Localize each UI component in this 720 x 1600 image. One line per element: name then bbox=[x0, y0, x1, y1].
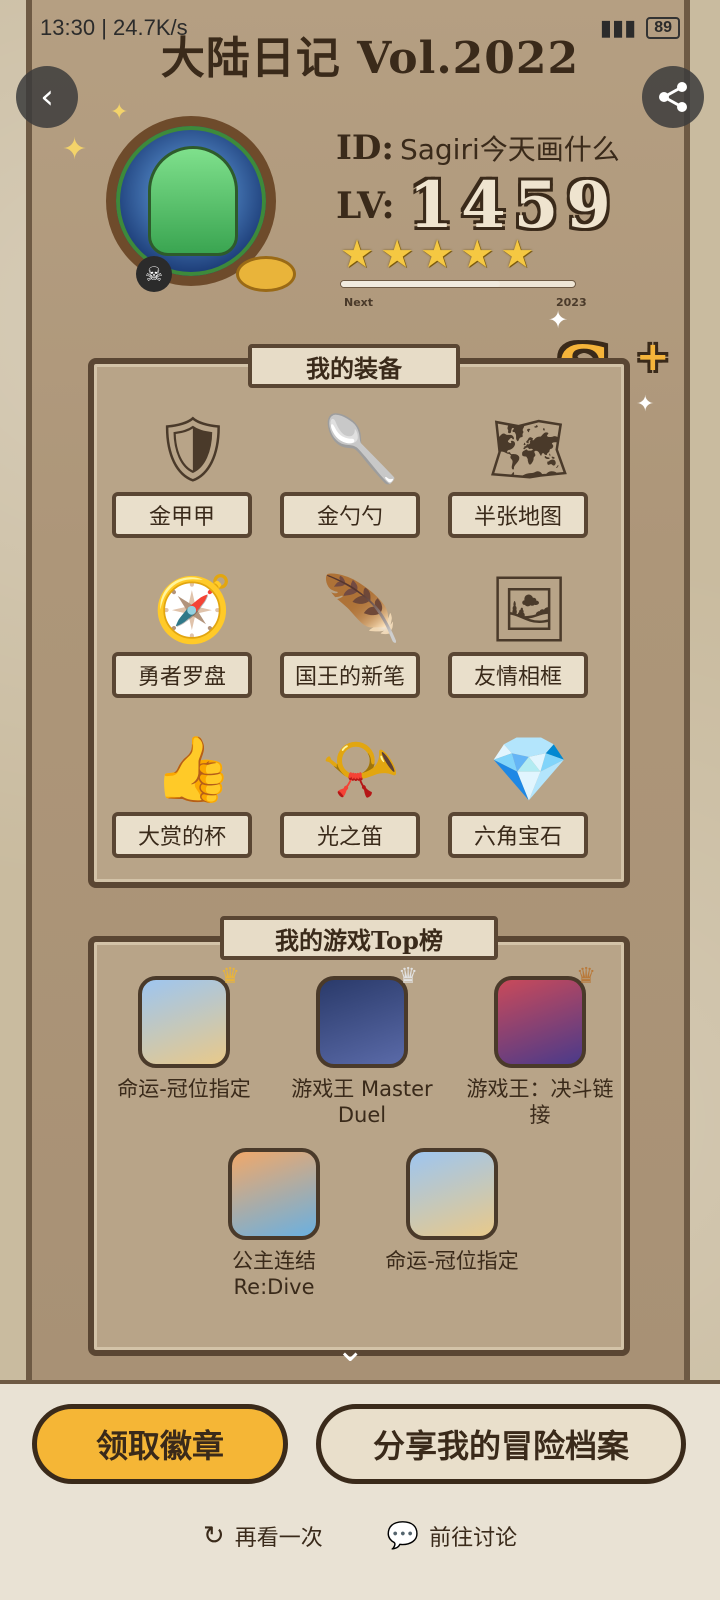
equipment-item[interactable]: 🪶 国王的新笔 bbox=[276, 544, 444, 704]
star-icon: ★ bbox=[380, 232, 415, 276]
coins-icon bbox=[236, 256, 296, 292]
equipment-grid: 🛡 金甲甲 🥄 金勺勺 🗺 半张地图 🧭 勇者罗盘 🪶 国王的新笔 🖼 友情相框… bbox=[108, 384, 612, 864]
back-button[interactable]: ‹ bbox=[16, 66, 78, 128]
game-name: 游戏王 Master Duel bbox=[291, 1077, 433, 1128]
compass-icon: 🧭 bbox=[153, 572, 233, 647]
equipment-item[interactable]: 🥄 金勺勺 bbox=[276, 384, 444, 544]
game-name: 公主连结Re:Dive bbox=[232, 1249, 316, 1300]
whistle-icon: 📯 bbox=[321, 732, 401, 807]
share-icon bbox=[659, 82, 687, 112]
status-icons: ▮▮▮ 89 bbox=[600, 15, 680, 41]
replay-icon: ↻ bbox=[202, 1521, 225, 1551]
game-icon: ♛ bbox=[138, 964, 240, 1068]
gem-icon: 💎 bbox=[489, 732, 569, 807]
trophy-icon: 👍 bbox=[153, 732, 233, 807]
share-button[interactable] bbox=[642, 66, 704, 128]
discuss-label: 前往讨论 bbox=[429, 1526, 518, 1551]
game-icon bbox=[228, 1148, 320, 1240]
equipment-item[interactable]: 🗺 半张地图 bbox=[444, 384, 612, 544]
crown-icon: ♛ bbox=[398, 964, 418, 989]
game-icon: ♛ bbox=[494, 964, 596, 1068]
game-item[interactable]: 命运-冠位指定 bbox=[374, 1148, 530, 1301]
skull-icon: ☠ bbox=[136, 256, 172, 292]
star-icon: ★ bbox=[340, 232, 375, 276]
equipment-item[interactable]: 👍 大赏的杯 bbox=[108, 704, 276, 864]
game-name: 命运-冠位指定 bbox=[385, 1249, 519, 1273]
equipment-item[interactable]: 📯 光之笛 bbox=[276, 704, 444, 864]
game-name: 游戏王：决斗链接 bbox=[466, 1077, 614, 1128]
level-label: LV: bbox=[336, 184, 395, 227]
progress-fill bbox=[341, 281, 501, 287]
pen-icon: 🪶 bbox=[321, 572, 401, 647]
top-games-row: ♛ 命运-冠位指定 ♛ 游戏王 Master Duel ♛ 游戏王：决斗链接 bbox=[106, 964, 618, 1129]
user-id-line: ID: Sagiri今天画什么 bbox=[336, 128, 620, 168]
game-item[interactable]: 公主连结Re:Dive bbox=[196, 1148, 352, 1301]
avatar: ☠ bbox=[86, 106, 296, 306]
top-games-row: 公主连结Re:Dive 命运-冠位指定 bbox=[196, 1148, 530, 1301]
game-name: 命运-冠位指定 bbox=[117, 1077, 251, 1101]
equipment-label: 勇者罗盘 bbox=[112, 652, 252, 698]
game-item[interactable]: ♛ 命运-冠位指定 bbox=[106, 964, 262, 1129]
crown-icon: ♛ bbox=[220, 964, 240, 989]
equipment-label: 半张地图 bbox=[448, 492, 588, 538]
star-icon: ★ bbox=[420, 232, 455, 276]
sparkle-icon: ✦ bbox=[548, 306, 569, 334]
equipment-label: 国王的新笔 bbox=[280, 652, 420, 698]
star-icon: ★ bbox=[500, 232, 535, 276]
sparkle-icon: ✦ bbox=[62, 132, 88, 167]
game-icon: ♛ bbox=[316, 964, 418, 1068]
equipment-label: 大赏的杯 bbox=[112, 812, 252, 858]
level-progress-bar bbox=[340, 280, 576, 288]
sparkle-icon: ✦ bbox=[636, 392, 655, 417]
signal-icon: ▮▮▮ bbox=[599, 15, 637, 40]
bottom-links: ↻ 再看一次 💬 前往讨论 bbox=[0, 1520, 720, 1552]
sparkle-icon: ✦ bbox=[110, 100, 129, 125]
equipment-label: 六角宝石 bbox=[448, 812, 588, 858]
frame-icon: 🖼 bbox=[488, 572, 570, 647]
battery-icon: 89 bbox=[646, 17, 680, 39]
chevron-left-icon: ‹ bbox=[40, 77, 54, 117]
replay-link[interactable]: ↻ 再看一次 bbox=[203, 1520, 323, 1552]
replay-label: 再看一次 bbox=[234, 1526, 323, 1551]
top-games-title: 我的游戏Top榜 bbox=[220, 916, 498, 960]
avatar-character bbox=[148, 146, 238, 256]
equipment-label: 金勺勺 bbox=[280, 492, 420, 538]
star-rating: ★ ★ ★ ★ ★ bbox=[340, 232, 534, 276]
banner-title: 大陆日记 Vol.2022 bbox=[160, 33, 580, 84]
separator: | bbox=[101, 15, 114, 40]
crown-icon: ♛ bbox=[576, 964, 596, 989]
comment-icon: 💬 bbox=[386, 1521, 420, 1551]
rank-plus: + bbox=[636, 334, 670, 380]
equipment-item[interactable]: 🖼 友情相框 bbox=[444, 544, 612, 704]
star-icon: ★ bbox=[460, 232, 495, 276]
clock-text: 13:30 bbox=[40, 15, 96, 40]
game-icon bbox=[406, 1148, 498, 1240]
equipment-label: 金甲甲 bbox=[112, 492, 252, 538]
equipment-item[interactable]: 💎 六角宝石 bbox=[444, 704, 612, 864]
share-profile-button[interactable]: 分享我的冒险档案 bbox=[316, 1404, 686, 1484]
equipment-title: 我的装备 bbox=[248, 344, 460, 388]
equipment-label: 友情相框 bbox=[448, 652, 588, 698]
user-name: Sagiri今天画什么 bbox=[399, 133, 620, 166]
progress-next-label: Next bbox=[344, 296, 374, 309]
equipment-label: 光之笛 bbox=[280, 812, 420, 858]
game-item[interactable]: ♛ 游戏王：决斗链接 bbox=[462, 964, 618, 1129]
equipment-item[interactable]: 🛡 金甲甲 bbox=[108, 384, 276, 544]
game-item[interactable]: ♛ 游戏王 Master Duel bbox=[284, 964, 440, 1129]
armor-icon: 🛡 bbox=[152, 412, 234, 487]
equipment-item[interactable]: 🧭 勇者罗盘 bbox=[108, 544, 276, 704]
claim-badge-button[interactable]: 领取徽章 bbox=[32, 1404, 288, 1484]
map-icon: 🗺 bbox=[488, 412, 570, 487]
chevron-down-icon[interactable]: ⌄ bbox=[336, 1330, 365, 1370]
discuss-link[interactable]: 💬 前往讨论 bbox=[387, 1520, 517, 1552]
id-label: ID: bbox=[336, 128, 394, 168]
spoon-icon: 🥄 bbox=[321, 412, 401, 487]
